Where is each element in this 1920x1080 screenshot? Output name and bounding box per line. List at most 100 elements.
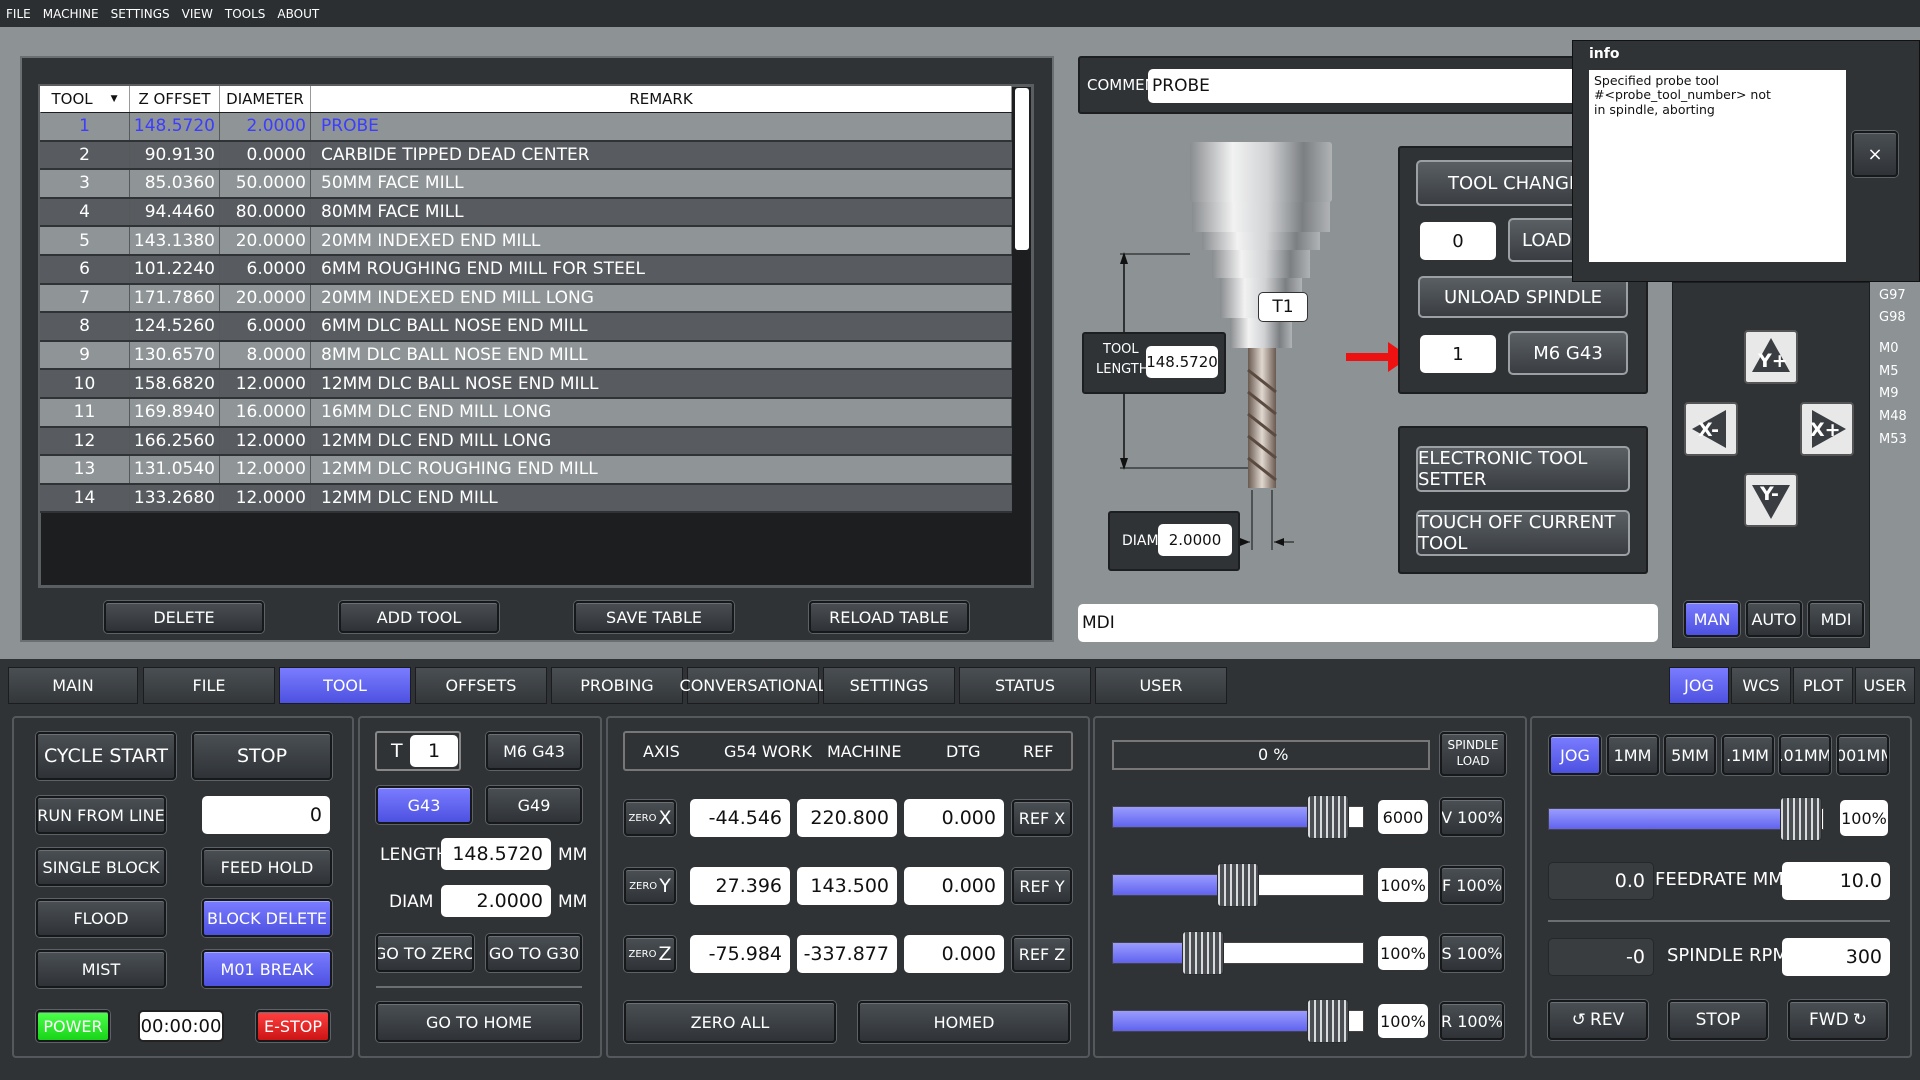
feedrate-input[interactable]: 10.0 xyxy=(1782,862,1890,900)
unload-spindle-button[interactable]: UNLOAD SPINDLE xyxy=(1418,276,1628,318)
mist-button[interactable]: MIST xyxy=(36,950,166,988)
mode-man-button[interactable]: MAN xyxy=(1684,601,1740,637)
header-tool[interactable]: TOOL ▼ xyxy=(40,86,130,112)
m6-g43-button-2[interactable]: M6 G43 xyxy=(486,732,582,770)
jog-increment-button[interactable]: .001MM xyxy=(1836,735,1889,775)
mode-auto-button[interactable]: AUTO xyxy=(1746,601,1802,637)
spindle-rev-button[interactable]: ↺ REV xyxy=(1548,1000,1648,1040)
m6-tool-input[interactable]: 1 xyxy=(1420,335,1496,373)
jog-y-minus-button[interactable]: Y- xyxy=(1744,473,1798,527)
m01-break-button[interactable]: M01 BREAK xyxy=(202,950,332,988)
header-z-offset[interactable]: Z OFFSET xyxy=(130,86,220,112)
tab-offsets[interactable]: OFFSETS xyxy=(415,667,547,704)
table-row[interactable]: 4 94.4460 80.0000 80MM FACE MILL xyxy=(40,198,1012,228)
override-rapid-slider[interactable] xyxy=(1112,999,1364,1043)
menu-machine[interactable]: MACHINE xyxy=(43,7,99,21)
tab-settings[interactable]: SETTINGS xyxy=(823,667,955,704)
table-row[interactable]: 8 124.5260 6.0000 6MM DLC BALL NOSE END MIL… xyxy=(40,313,1012,342)
tab-tool[interactable]: TOOL xyxy=(279,667,411,704)
jog-x-minus-button[interactable]: X- xyxy=(1684,402,1738,456)
block-delete-button[interactable]: BLOCK DELETE xyxy=(202,899,332,937)
go-to-home-button[interactable]: GO TO HOME xyxy=(376,1002,582,1042)
electronic-tool-setter-button[interactable]: ELECTRONIC TOOL SETTER xyxy=(1416,446,1630,492)
right-tab-wcs[interactable]: WCS xyxy=(1731,667,1791,704)
run-from-line-input[interactable]: 0 xyxy=(202,796,330,834)
override-feed-reset-button[interactable]: F 100% xyxy=(1440,866,1504,904)
menu-file[interactable]: FILE xyxy=(6,7,31,21)
table-scrollbar[interactable] xyxy=(1015,88,1029,250)
load-spindle-input[interactable]: 0 xyxy=(1420,222,1496,260)
table-row[interactable]: 13 131.0540 12.0000 12MM DLC ROUGHING END M… xyxy=(40,456,1012,485)
jog-increment-button[interactable]: .01MM xyxy=(1779,735,1831,775)
jog-increment-button[interactable]: 5MM xyxy=(1664,735,1716,775)
override-spindle-handle[interactable] xyxy=(1182,931,1224,975)
estop-button[interactable]: E-STOP xyxy=(256,1010,330,1042)
zero-y-button[interactable]: ZERO Y xyxy=(624,868,676,904)
menu-settings[interactable]: SETTINGS xyxy=(111,7,170,21)
menu-about[interactable]: ABOUT xyxy=(277,7,319,21)
jog-rate-handle[interactable] xyxy=(1780,797,1823,841)
cycle-start-button[interactable]: CYCLE START xyxy=(36,732,176,780)
mdi-input[interactable]: MDI xyxy=(1078,604,1658,642)
tab-conversational[interactable]: CONVERSATIONAL xyxy=(680,667,827,704)
table-row[interactable]: 1 148.5720 2.0000 PROBE xyxy=(40,113,1012,142)
table-row[interactable]: 12 166.2560 12.0000 12MM DLC END MILL LONG xyxy=(40,427,1012,457)
table-row[interactable]: 9 130.6570 8.0000 8MM DLC BALL NOSE END MIL… xyxy=(40,341,1012,371)
table-row[interactable]: 6 101.2240 6.0000 6MM ROUGHING END MILL FOR… xyxy=(40,256,1012,285)
reload-table-button[interactable]: RELOAD TABLE xyxy=(809,601,969,633)
spindle-fwd-button[interactable]: FWD ↻ xyxy=(1788,1000,1888,1040)
ref-z-button[interactable]: REF Z xyxy=(1012,936,1072,972)
spindle-stop-button[interactable]: STOP xyxy=(1668,1000,1768,1040)
right-tab-plot[interactable]: PLOT xyxy=(1793,667,1853,704)
jog-increment-button[interactable]: 1MM xyxy=(1606,735,1659,775)
go-to-zero-button[interactable]: GO TO ZERO xyxy=(376,934,474,972)
menu-view[interactable]: VIEW xyxy=(182,7,213,21)
override-rapid-reset-button[interactable]: R 100% xyxy=(1440,1002,1504,1040)
header-diameter[interactable]: DIAMETER xyxy=(220,86,311,112)
jog-increment-button[interactable]: .1MM xyxy=(1721,735,1774,775)
power-button[interactable]: POWER xyxy=(36,1010,110,1042)
go-to-g30-button[interactable]: GO TO G30 xyxy=(486,934,582,972)
override-feed-handle[interactable] xyxy=(1217,863,1259,907)
tool-number-input[interactable]: 1 xyxy=(410,735,458,767)
spindle-rpm-input[interactable]: 300 xyxy=(1782,938,1890,976)
jog-x-plus-button[interactable]: X+ xyxy=(1800,402,1854,456)
touch-off-current-tool-button[interactable]: TOUCH OFF CURRENT TOOL xyxy=(1416,510,1630,556)
feed-hold-button[interactable]: FEED HOLD xyxy=(202,848,332,886)
table-row[interactable]: 5 143.1380 20.0000 20MM INDEXED END MILL xyxy=(40,227,1012,256)
override-max-velocity-handle[interactable] xyxy=(1307,795,1349,839)
run-from-line-button[interactable]: RUN FROM LINE xyxy=(36,796,166,834)
flood-button[interactable]: FLOOD xyxy=(36,899,166,937)
delete-tool-button[interactable]: DELETE xyxy=(104,601,264,633)
table-row[interactable]: 11 169.8940 16.0000 16MM DLC END MILL LONG xyxy=(40,399,1012,428)
comment-input[interactable]: PROBE xyxy=(1148,69,1578,103)
zero-x-button[interactable]: ZERO X xyxy=(624,800,676,836)
tab-user[interactable]: USER xyxy=(1095,667,1227,704)
jog-increment-button[interactable]: JOG xyxy=(1549,735,1601,775)
tab-probing[interactable]: PROBING xyxy=(551,667,683,704)
override-spindle-slider[interactable] xyxy=(1112,931,1364,975)
tab-status[interactable]: STATUS xyxy=(959,667,1091,704)
right-tab-user[interactable]: USER xyxy=(1855,667,1915,704)
override-spindle-reset-button[interactable]: S 100% xyxy=(1440,934,1504,972)
mode-mdi-button[interactable]: MDI xyxy=(1808,601,1864,637)
right-tab-jog[interactable]: JOG xyxy=(1669,667,1729,704)
g43-button[interactable]: G43 xyxy=(376,786,472,824)
menu-tools[interactable]: TOOLS xyxy=(225,7,266,21)
tab-file[interactable]: FILE xyxy=(143,667,275,704)
table-row[interactable]: 3 85.0360 50.0000 50MM FACE MILL xyxy=(40,170,1012,199)
single-block-button[interactable]: SINGLE BLOCK xyxy=(36,848,166,886)
m6-g43-button[interactable]: M6 G43 xyxy=(1508,331,1628,375)
ref-x-button[interactable]: REF X xyxy=(1012,800,1072,836)
info-close-button[interactable]: × xyxy=(1852,131,1898,177)
table-row[interactable]: 2 90.9130 0.0000 CARBIDE TIPPED DEAD CENTER xyxy=(40,141,1012,171)
jog-y-plus-button[interactable]: Y+ xyxy=(1744,330,1798,384)
tab-main[interactable]: MAIN xyxy=(8,667,138,704)
stop-button[interactable]: STOP xyxy=(192,732,332,780)
header-remark[interactable]: REMARK xyxy=(311,86,1012,112)
override-feed-slider[interactable] xyxy=(1112,863,1364,907)
add-tool-button[interactable]: ADD TOOL xyxy=(339,601,499,633)
homed-button[interactable]: HOMED xyxy=(858,1001,1070,1043)
override-rapid-handle[interactable] xyxy=(1307,999,1349,1043)
table-row[interactable]: 10 158.6820 12.0000 12MM DLC BALL NOSE END … xyxy=(40,370,1012,399)
